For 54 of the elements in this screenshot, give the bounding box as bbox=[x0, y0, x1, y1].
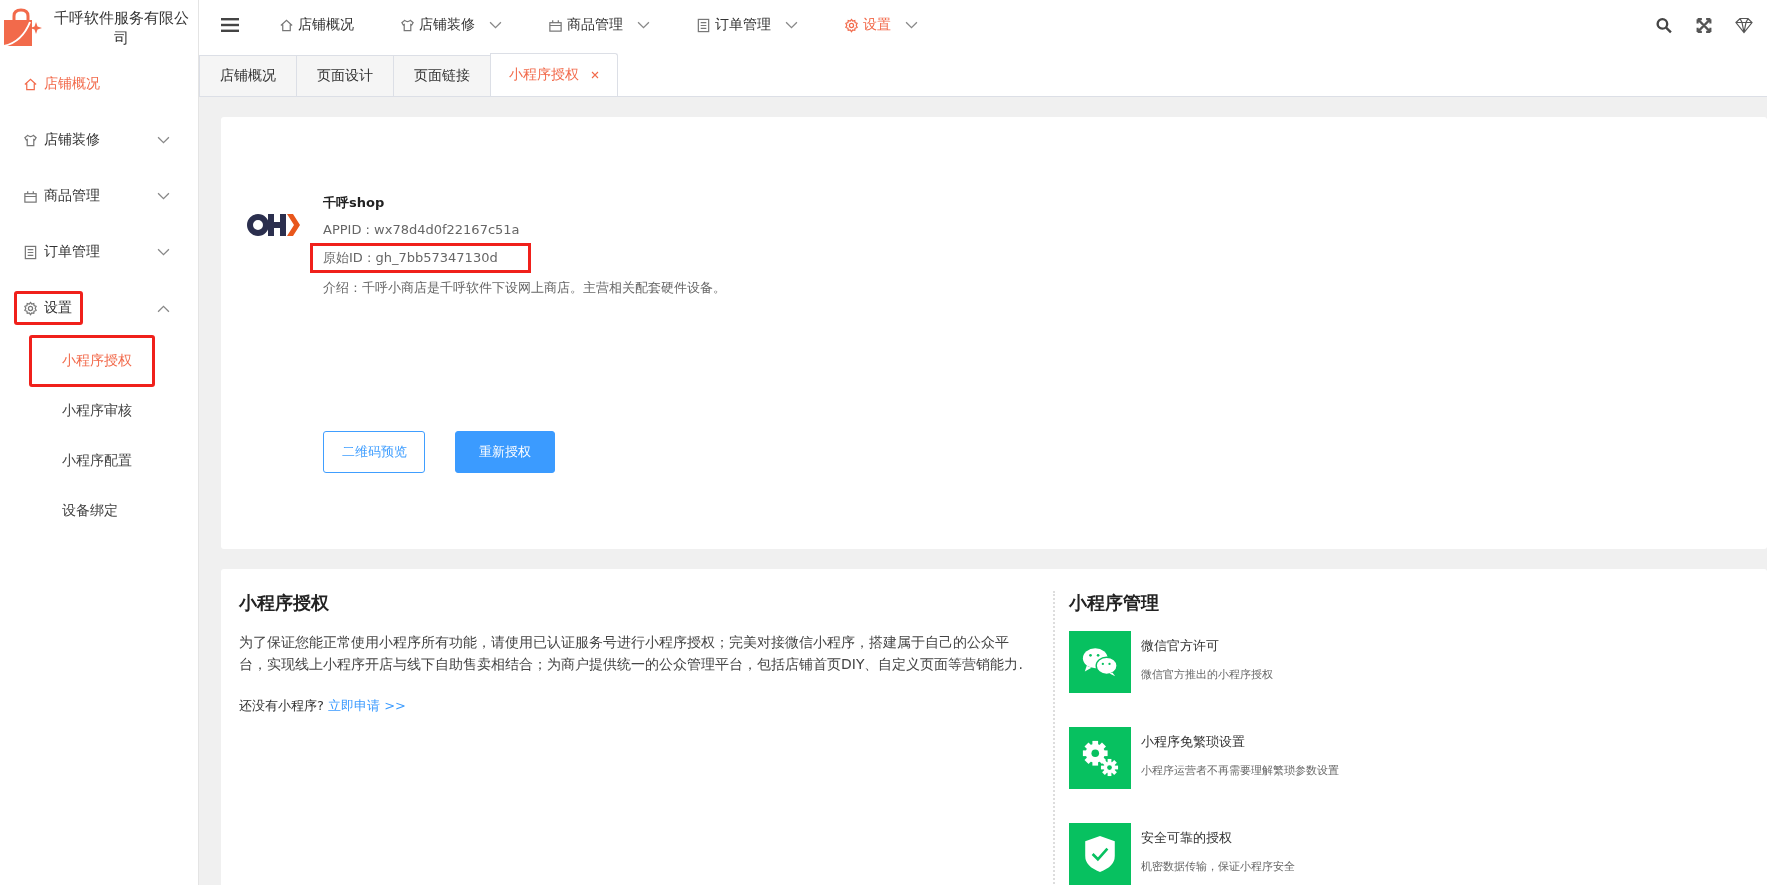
description: 为了保证您能正常使用小程序所有功能，请使用已认证服务号进行小程序授权；完美对接微信小程序，搭建属于自己的公众平台，实现线上小程序开店与线下自助售卖相结合；为商户提供统一的公众管理平台，包括店铺首页DIY、自定义页面等营销能力. bbox=[239, 633, 1024, 674]
sidebar-label: 店铺概况 bbox=[44, 75, 100, 93]
company-name: 千呼软件服务有限公司 bbox=[52, 8, 190, 48]
app-detail: 原始ID : gh_7bb57347130d bbox=[310, 243, 531, 273]
gears-icon bbox=[1081, 739, 1119, 777]
feature-description: 小程序运营者不再需要理解繁琐参数设置 bbox=[1141, 763, 1339, 778]
sidebar-label: 店铺装修 bbox=[44, 131, 100, 149]
sidebar-item[interactable]: 商品管理 bbox=[0, 168, 198, 224]
diamond-icon[interactable] bbox=[1735, 16, 1753, 34]
chevron-down-icon bbox=[157, 247, 170, 257]
app-detail: 介绍 : 千呼小商店是千呼软件下设网上商店。主营相关配套硬件设备。 bbox=[322, 279, 727, 297]
feature-title: 微信官方许可 bbox=[1141, 637, 1220, 655]
chevron-up-icon bbox=[157, 303, 170, 313]
home-icon bbox=[279, 17, 294, 33]
shirt-icon bbox=[400, 17, 415, 33]
submenu-item[interactable]: 小程序配置 bbox=[29, 435, 155, 487]
search-icon[interactable] bbox=[1655, 16, 1673, 34]
tab[interactable]: 页面链接 bbox=[393, 55, 490, 96]
section-title: 小程序授权 bbox=[239, 591, 330, 615]
settings-icon bbox=[23, 300, 38, 316]
sidebar-item[interactable]: 设置 bbox=[0, 280, 198, 336]
gift-box-icon bbox=[23, 188, 38, 204]
submenu-item[interactable]: 设备绑定 bbox=[29, 485, 141, 537]
tab[interactable]: 店铺概况 bbox=[199, 55, 296, 96]
document-icon bbox=[696, 17, 711, 33]
section-title: 小程序管理 bbox=[1069, 591, 1160, 615]
gift-box-icon bbox=[548, 17, 563, 33]
feature-title: 小程序免繁琐设置 bbox=[1141, 733, 1246, 751]
sidebar-label: 订单管理 bbox=[44, 243, 100, 261]
shirt-icon bbox=[23, 132, 38, 148]
feature-description: 机密数据传输，保证小程序安全 bbox=[1141, 859, 1295, 874]
menu-icon[interactable] bbox=[221, 18, 239, 32]
sidebar-label: 设置 bbox=[44, 299, 72, 317]
chevron-down-icon bbox=[157, 135, 170, 145]
nav-item[interactable]: 订单管理 bbox=[696, 16, 798, 34]
document-icon bbox=[23, 244, 38, 260]
sidebar-item[interactable]: 店铺装修 bbox=[0, 112, 198, 168]
submenu-item[interactable]: 小程序审核 bbox=[29, 385, 155, 437]
nav-item[interactable]: 店铺概况 bbox=[279, 16, 354, 34]
feature-title: 安全可靠的授权 bbox=[1141, 829, 1233, 847]
app-name: 千呼shop bbox=[323, 194, 386, 212]
close-icon[interactable] bbox=[591, 71, 599, 79]
prompt-text: 还没有小程序? bbox=[239, 698, 324, 713]
sidebar-label: 商品管理 bbox=[44, 187, 100, 205]
fullscreen-icon[interactable] bbox=[1695, 16, 1713, 34]
home-icon bbox=[23, 76, 38, 92]
nav-item[interactable]: 店铺装修 bbox=[400, 16, 502, 34]
chevron-down-icon bbox=[157, 191, 170, 201]
feature-description: 微信官方推出的小程序授权 bbox=[1141, 667, 1273, 682]
tab[interactable]: 页面设计 bbox=[296, 55, 393, 96]
sidebar-item[interactable]: 订单管理 bbox=[0, 224, 198, 280]
app-detail: APPID : wx78d4d0f22167c51a bbox=[322, 221, 521, 239]
settings-icon bbox=[844, 17, 859, 33]
nav-item[interactable]: 商品管理 bbox=[548, 16, 650, 34]
